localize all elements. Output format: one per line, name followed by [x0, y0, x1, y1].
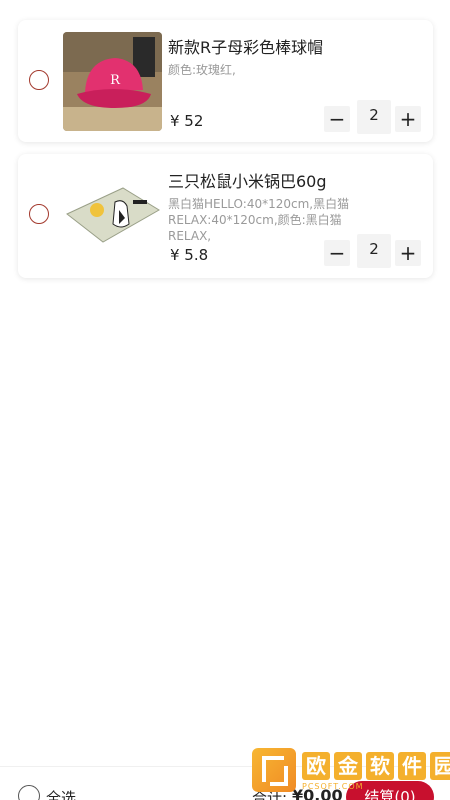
- watermark-subtext: PCSOFT.COM: [302, 782, 364, 791]
- cart-item: R 新款R子母彩色棒球帽 颜色:玫瑰红, ¥ 52 − 2 +: [18, 20, 433, 142]
- product-spec: 颜色:玫瑰红,: [168, 63, 236, 77]
- cat-mat-image: [63, 166, 162, 265]
- quantity-input[interactable]: 2: [357, 100, 391, 134]
- watermark-char: 软: [366, 752, 394, 780]
- increase-qty-button[interactable]: +: [395, 240, 421, 266]
- product-title[interactable]: 三只松鼠小米锅巴60g: [168, 168, 327, 192]
- product-image[interactable]: R: [63, 32, 162, 131]
- watermark-char: 欧: [302, 752, 330, 780]
- cart-item: 三只松鼠小米锅巴60g 黑白猫HELLO:40*120cm,黑白猫RELAX:4…: [18, 154, 433, 278]
- svg-text:R: R: [110, 73, 121, 88]
- watermark: 欧 金 软 件 园 PCSOFT.COM: [252, 748, 450, 794]
- watermark-char: 园: [430, 752, 450, 780]
- cart-list: R 新款R子母彩色棒球帽 颜色:玫瑰红, ¥ 52 − 2 + 三只松鼠小米锅巴…: [18, 20, 433, 290]
- cart-page: R 新款R子母彩色棒球帽 颜色:玫瑰红, ¥ 52 − 2 + 三只松鼠小米锅巴…: [0, 0, 450, 800]
- item-select-radio[interactable]: [29, 70, 49, 90]
- product-image[interactable]: [63, 166, 162, 265]
- watermark-logo-icon: [252, 748, 296, 792]
- pink-baseball-cap-image: R: [63, 32, 162, 131]
- watermark-char: 金: [334, 752, 362, 780]
- product-price: ¥ 5.8: [170, 246, 209, 264]
- select-all-radio[interactable]: [18, 785, 40, 800]
- product-title[interactable]: 新款R子母彩色棒球帽: [168, 34, 323, 58]
- select-all-label[interactable]: 全选: [46, 787, 76, 800]
- product-price: ¥ 52: [170, 112, 204, 130]
- quantity-input[interactable]: 2: [357, 234, 391, 268]
- watermark-char: 件: [398, 752, 426, 780]
- increase-qty-button[interactable]: +: [395, 106, 421, 132]
- product-spec: 黑白猫HELLO:40*120cm,黑白猫RELAX:40*120cm,颜色:黑…: [168, 197, 350, 243]
- decrease-qty-button[interactable]: −: [324, 240, 350, 266]
- watermark-text: 欧 金 软 件 园: [302, 752, 450, 780]
- decrease-qty-button[interactable]: −: [324, 106, 350, 132]
- item-select-radio[interactable]: [29, 204, 49, 224]
